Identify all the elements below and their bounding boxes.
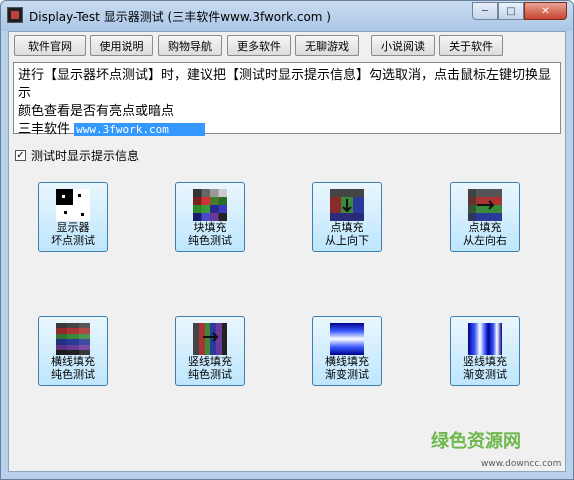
- window-controls: ─ □ ✕: [472, 2, 567, 22]
- maximize-button[interactable]: □: [498, 2, 524, 20]
- close-button[interactable]: ✕: [524, 2, 567, 20]
- user-guide-button[interactable]: 使用说明: [90, 35, 153, 56]
- point-fill-top-down-icon: [330, 189, 364, 221]
- show-tips-label: 测试时显示提示信息: [31, 148, 140, 163]
- info-line-1: 进行【显示器坏点测试】时，建议把【测试时显示提示信息】勾选取消，点击鼠标左键切换…: [18, 68, 552, 101]
- tile-label: 点填充 从上向下: [325, 221, 369, 247]
- info-line-3: 三丰软件 www.3fwork.com: [18, 121, 556, 139]
- horizontal-gradient-icon: [330, 323, 364, 355]
- minimize-button[interactable]: ─: [472, 2, 498, 20]
- app-window: Display-Test 显示器测试 (三丰软件www.3fwork.com )…: [0, 0, 574, 480]
- tile-label: 块填充 纯色测试: [188, 221, 232, 247]
- point-fill-left-right-button[interactable]: 点填充 从左向右: [450, 182, 520, 252]
- window-title: Display-Test 显示器测试 (三丰软件www.3fwork.com ): [29, 10, 331, 24]
- about-button[interactable]: 关于软件: [439, 35, 503, 56]
- show-tips-checkbox[interactable]: ✓: [15, 149, 26, 161]
- vertical-gradient-button[interactable]: 竖线填充 渐变测试: [450, 316, 520, 386]
- info-line-2: 颜色查看是否有亮点或暗点: [18, 104, 175, 119]
- horizontal-line-solid-icon: [56, 323, 90, 355]
- horizontal-gradient-button[interactable]: 横线填充 渐变测试: [312, 316, 382, 386]
- show-tips-option[interactable]: ✓ 测试时显示提示信息: [15, 148, 140, 163]
- block-fill-icon: [193, 189, 227, 221]
- tile-label: 横线填充 渐变测试: [325, 355, 369, 381]
- app-icon: [7, 7, 23, 23]
- tile-label: 竖线填充 渐变测试: [463, 355, 507, 381]
- client-area: 软件官网 使用说明 购物导航 更多软件 无聊游戏 小说阅读 关于软件 进行【显示…: [8, 31, 566, 472]
- tile-label: 显示器 坏点测试: [51, 221, 95, 247]
- tile-label: 横线填充 纯色测试: [51, 355, 95, 381]
- official-site-button[interactable]: 软件官网: [14, 35, 86, 56]
- info-textbox[interactable]: 进行【显示器坏点测试】时，建议把【测试时显示提示信息】勾选取消，点击鼠标左键切换…: [13, 62, 561, 137]
- shopping-nav-button[interactable]: 购物导航: [158, 35, 222, 56]
- brand-text: 三丰软件: [18, 122, 71, 137]
- tile-label: 竖线填充 纯色测试: [188, 355, 232, 381]
- tile-label: 点填充 从左向右: [463, 221, 507, 247]
- block-fill-test-button[interactable]: 块填充 纯色测试: [175, 182, 245, 252]
- vertical-gradient-icon: [468, 323, 502, 355]
- more-software-button[interactable]: 更多软件: [227, 35, 291, 56]
- watermark-url: www.downcc.com: [481, 459, 562, 469]
- title-bar[interactable]: Display-Test 显示器测试 (三丰软件www.3fwork.com )…: [1, 1, 573, 31]
- vertical-line-solid-icon: [193, 323, 227, 355]
- vertical-line-solid-button[interactable]: 竖线填充 纯色测试: [175, 316, 245, 386]
- dead-pixel-test-button[interactable]: 显示器 坏点测试: [38, 182, 108, 252]
- point-fill-top-down-button[interactable]: 点填充 从上向下: [312, 182, 382, 252]
- point-fill-left-right-icon: [468, 189, 502, 221]
- watermark-text: 绿色资源网: [431, 431, 521, 452]
- selected-url: www.3fwork.com: [74, 123, 205, 136]
- games-button[interactable]: 无聊游戏: [295, 35, 359, 56]
- novel-reading-button[interactable]: 小说阅读: [371, 35, 435, 56]
- dead-pixel-icon: [56, 189, 90, 221]
- horizontal-line-solid-button[interactable]: 横线填充 纯色测试: [38, 316, 108, 386]
